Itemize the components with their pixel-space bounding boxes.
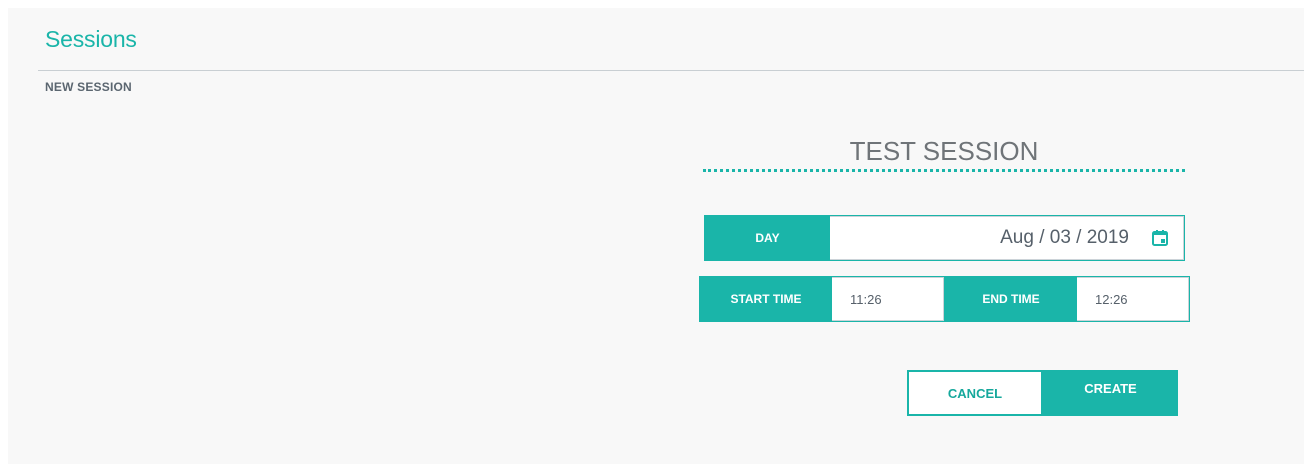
day-input[interactable]: Aug / 03 / 2019: [830, 216, 1184, 260]
page-title: Sessions: [45, 26, 137, 52]
day-label: DAY: [705, 216, 830, 260]
create-button[interactable]: CREATE: [1043, 370, 1178, 416]
day-value: Aug / 03 / 2019: [1000, 227, 1129, 248]
calendar-icon[interactable]: [1151, 229, 1169, 247]
header-divider: [38, 70, 1304, 71]
start-time-field: START TIME 11:26: [699, 276, 945, 322]
session-name-input[interactable]: [703, 134, 1185, 172]
content-panel: Sessions NEW SESSION DAY Aug / 03 / 2019…: [8, 8, 1304, 464]
day-field: DAY Aug / 03 / 2019: [704, 215, 1185, 261]
section-label: NEW SESSION: [45, 80, 132, 94]
cancel-button[interactable]: CANCEL: [907, 370, 1043, 416]
end-time-field: END TIME 12:26: [944, 276, 1190, 322]
start-time-label: START TIME: [700, 277, 832, 321]
end-time-label: END TIME: [945, 277, 1077, 321]
end-time-input[interactable]: 12:26: [1077, 277, 1189, 321]
start-time-input[interactable]: 11:26: [832, 277, 944, 321]
